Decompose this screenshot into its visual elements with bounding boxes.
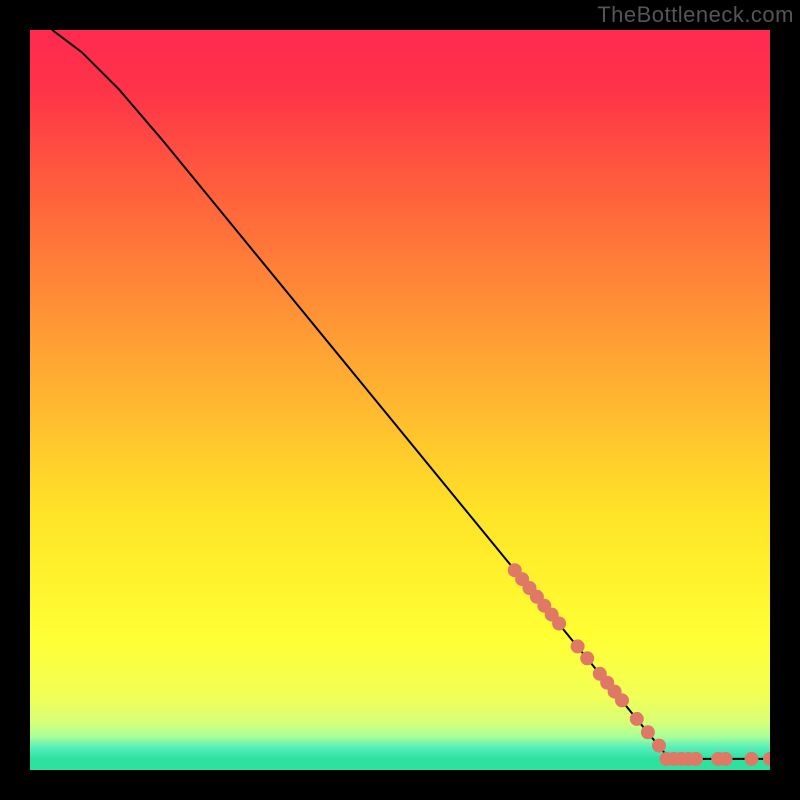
scatter-point — [745, 752, 759, 766]
chart-frame: TheBottleneck.com — [0, 0, 800, 800]
scatter-point — [580, 651, 594, 665]
scatter-point — [571, 639, 585, 653]
plot-area — [30, 30, 770, 770]
scatter-point — [652, 739, 666, 753]
scatter-point — [630, 712, 644, 726]
chart-svg — [30, 30, 770, 770]
gradient-background — [30, 30, 770, 770]
scatter-point — [552, 617, 566, 631]
scatter-point — [615, 693, 629, 707]
scatter-point — [719, 752, 733, 766]
scatter-point — [641, 725, 655, 739]
scatter-point — [689, 752, 703, 766]
watermark-text: TheBottleneck.com — [597, 2, 794, 28]
